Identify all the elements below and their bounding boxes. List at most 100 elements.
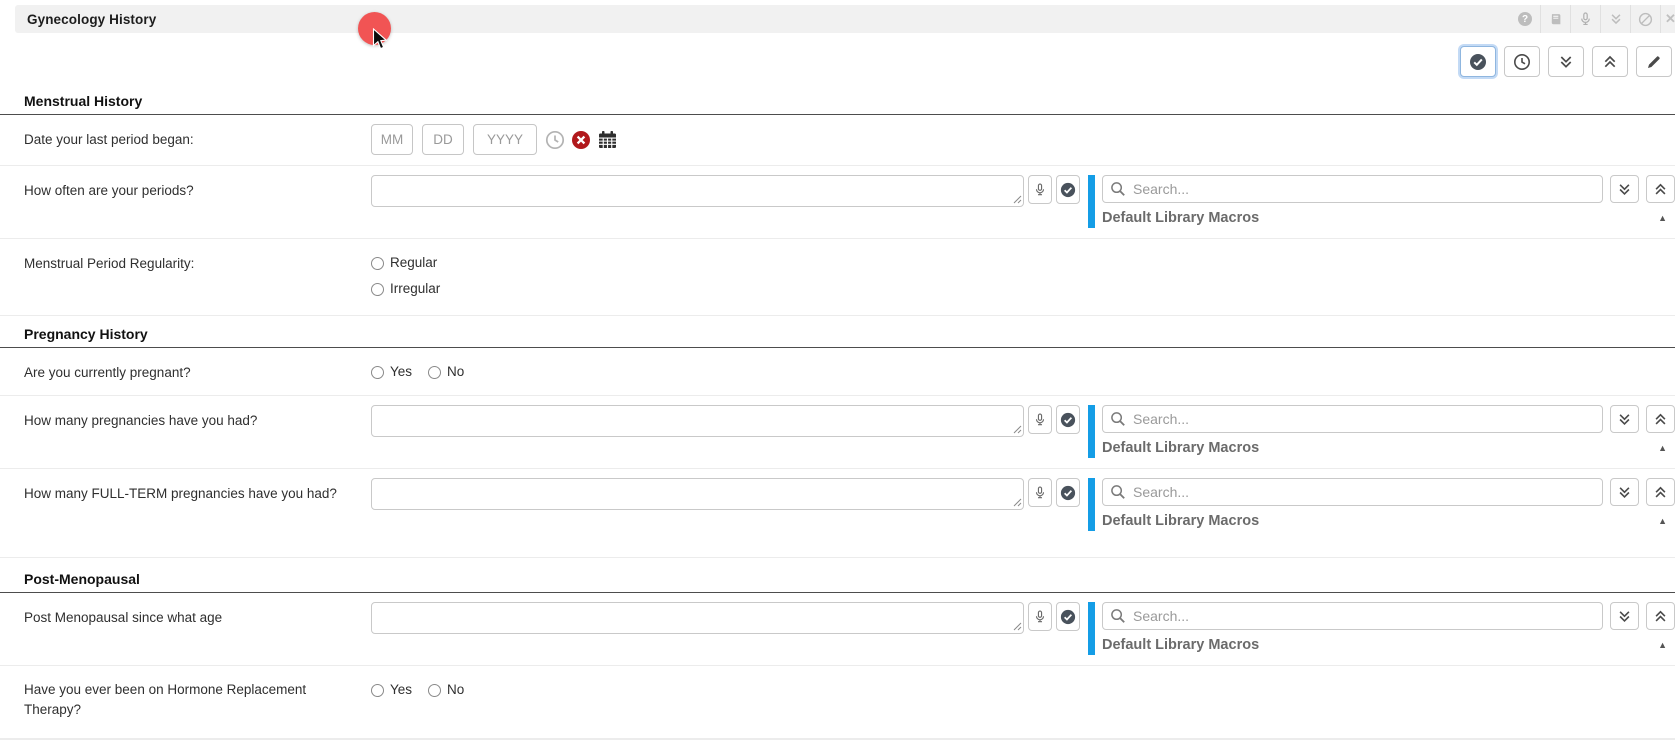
radio-option-no[interactable]: No [428, 680, 464, 700]
radio-regular[interactable] [371, 257, 384, 270]
collapse-panel-button[interactable] [1600, 5, 1630, 33]
pregnant-options: Yes No [371, 357, 464, 382]
collapse-all-button[interactable] [1592, 46, 1628, 77]
radio-yes[interactable] [371, 366, 384, 379]
search-icon [1110, 181, 1126, 197]
answer-textarea-wrap [371, 405, 1024, 437]
radio-option-no[interactable]: No [428, 362, 464, 382]
macro-expand-button[interactable] [1610, 405, 1639, 433]
radio-option-yes[interactable]: Yes [371, 680, 412, 700]
answer-textarea[interactable] [371, 405, 1024, 437]
macro-search-input[interactable] [1102, 602, 1603, 630]
history-button[interactable] [1504, 46, 1540, 77]
macro-search-wrap [1102, 405, 1603, 433]
macro-expand-button[interactable] [1610, 602, 1639, 630]
macro-search-input[interactable] [1102, 478, 1603, 506]
question-row-period-frequency: How often are your periods? [0, 166, 1675, 239]
radio-irregular[interactable] [371, 283, 384, 296]
double-chevron-down-icon [1617, 485, 1632, 500]
expand-all-button[interactable] [1548, 46, 1584, 77]
search-icon [1110, 484, 1126, 500]
question-row-fullterm-count: How many FULL-TERM pregnancies have you … [0, 469, 1675, 558]
close-button[interactable]: ✕ [1660, 5, 1675, 33]
macro-collapse-button[interactable] [1646, 405, 1675, 433]
titlebar: Gynecology History ? [15, 5, 1675, 33]
help-icon: ? [1518, 12, 1532, 26]
confirm-button[interactable] [1056, 478, 1080, 507]
question-label: How many pregnancies have you had? [24, 405, 371, 431]
macro-search-wrap [1102, 175, 1603, 203]
clear-date-icon[interactable] [571, 130, 591, 150]
macro-collapse-button[interactable] [1646, 175, 1675, 203]
radio-option-regular[interactable]: Regular [371, 253, 440, 273]
collapse-triangle-icon[interactable]: ▲ [1658, 517, 1667, 526]
microphone-icon [1033, 182, 1047, 198]
microphone-icon [1033, 485, 1047, 501]
macro-search-input[interactable] [1102, 175, 1603, 203]
date-icon-group [545, 124, 618, 155]
year-input[interactable] [473, 124, 537, 155]
disable-button[interactable] [1630, 5, 1660, 33]
confirm-button[interactable] [1056, 405, 1080, 434]
question-row-hrt: Have you ever been on Hormone Replacemen… [0, 666, 1675, 739]
confirm-button[interactable] [1056, 175, 1080, 204]
dictate-button[interactable] [1028, 405, 1052, 434]
clock-icon [1513, 53, 1531, 71]
question-row-currently-pregnant: Are you currently pregnant? Yes No [0, 348, 1675, 396]
mark-reviewed-button[interactable] [1460, 46, 1496, 77]
collapse-triangle-icon[interactable]: ▲ [1658, 214, 1667, 223]
library-button[interactable] [1540, 5, 1570, 33]
answer-textarea[interactable] [371, 478, 1024, 510]
confirm-button[interactable] [1056, 602, 1080, 631]
radio-label: Regular [390, 253, 437, 273]
calendar-icon[interactable] [597, 130, 618, 150]
check-circle-icon [1060, 412, 1076, 428]
gynecology-history-panel: Gynecology History ? [0, 0, 1675, 743]
double-chevron-down-icon [1617, 182, 1632, 197]
dictate-button[interactable] [1028, 602, 1052, 631]
double-chevron-up-icon [1653, 485, 1668, 500]
form-toolbar [0, 46, 1675, 77]
radio-option-yes[interactable]: Yes [371, 362, 412, 382]
radio-label: No [447, 362, 464, 382]
answer-textarea[interactable] [371, 602, 1024, 634]
answer-textarea[interactable] [371, 175, 1024, 207]
radio-no[interactable] [428, 684, 441, 697]
question-label: Menstrual Period Regularity: [24, 248, 371, 274]
macro-panel: Default Library Macros ▲ [1088, 602, 1675, 655]
dictate-button[interactable] [1028, 175, 1052, 204]
radio-label: Yes [390, 680, 412, 700]
question-label: Have you ever been on Hormone Replacemen… [24, 680, 371, 720]
microphone-icon [1578, 11, 1593, 27]
collapse-triangle-icon[interactable]: ▲ [1658, 641, 1667, 650]
section-heading-pregnancy: Pregnancy History [0, 323, 1675, 348]
form-content: Menstrual History Date your last period … [0, 90, 1675, 743]
macro-search-input[interactable] [1102, 405, 1603, 433]
month-input[interactable] [371, 124, 413, 155]
radio-yes[interactable] [371, 684, 384, 697]
question-row-post-menopausal-age: Post Menopausal since what age [0, 593, 1675, 666]
dictation-button[interactable] [1570, 5, 1600, 33]
macro-search-wrap [1102, 602, 1603, 630]
macro-collapse-button[interactable] [1646, 602, 1675, 630]
macro-panel: Default Library Macros ▲ [1088, 478, 1675, 531]
macro-expand-button[interactable] [1610, 478, 1639, 506]
macro-collapse-button[interactable] [1646, 478, 1675, 506]
radio-no[interactable] [428, 366, 441, 379]
answer-textarea-wrap [371, 602, 1024, 634]
radio-option-irregular[interactable]: Irregular [371, 279, 440, 299]
microphone-icon [1033, 412, 1047, 428]
microphone-icon [1033, 609, 1047, 625]
question-label: Post Menopausal since what age [24, 602, 371, 628]
day-input[interactable] [422, 124, 464, 155]
clock-icon[interactable] [545, 130, 565, 150]
question-label: How many FULL-TERM pregnancies have you … [24, 478, 371, 504]
double-chevron-up-icon [1602, 54, 1618, 70]
edit-button[interactable] [1636, 46, 1672, 77]
macro-expand-button[interactable] [1610, 175, 1639, 203]
dictate-button[interactable] [1028, 478, 1052, 507]
collapse-triangle-icon[interactable]: ▲ [1658, 444, 1667, 453]
close-icon: ✕ [1665, 11, 1675, 27]
double-chevron-up-icon [1653, 609, 1668, 624]
help-button[interactable]: ? [1510, 5, 1540, 33]
